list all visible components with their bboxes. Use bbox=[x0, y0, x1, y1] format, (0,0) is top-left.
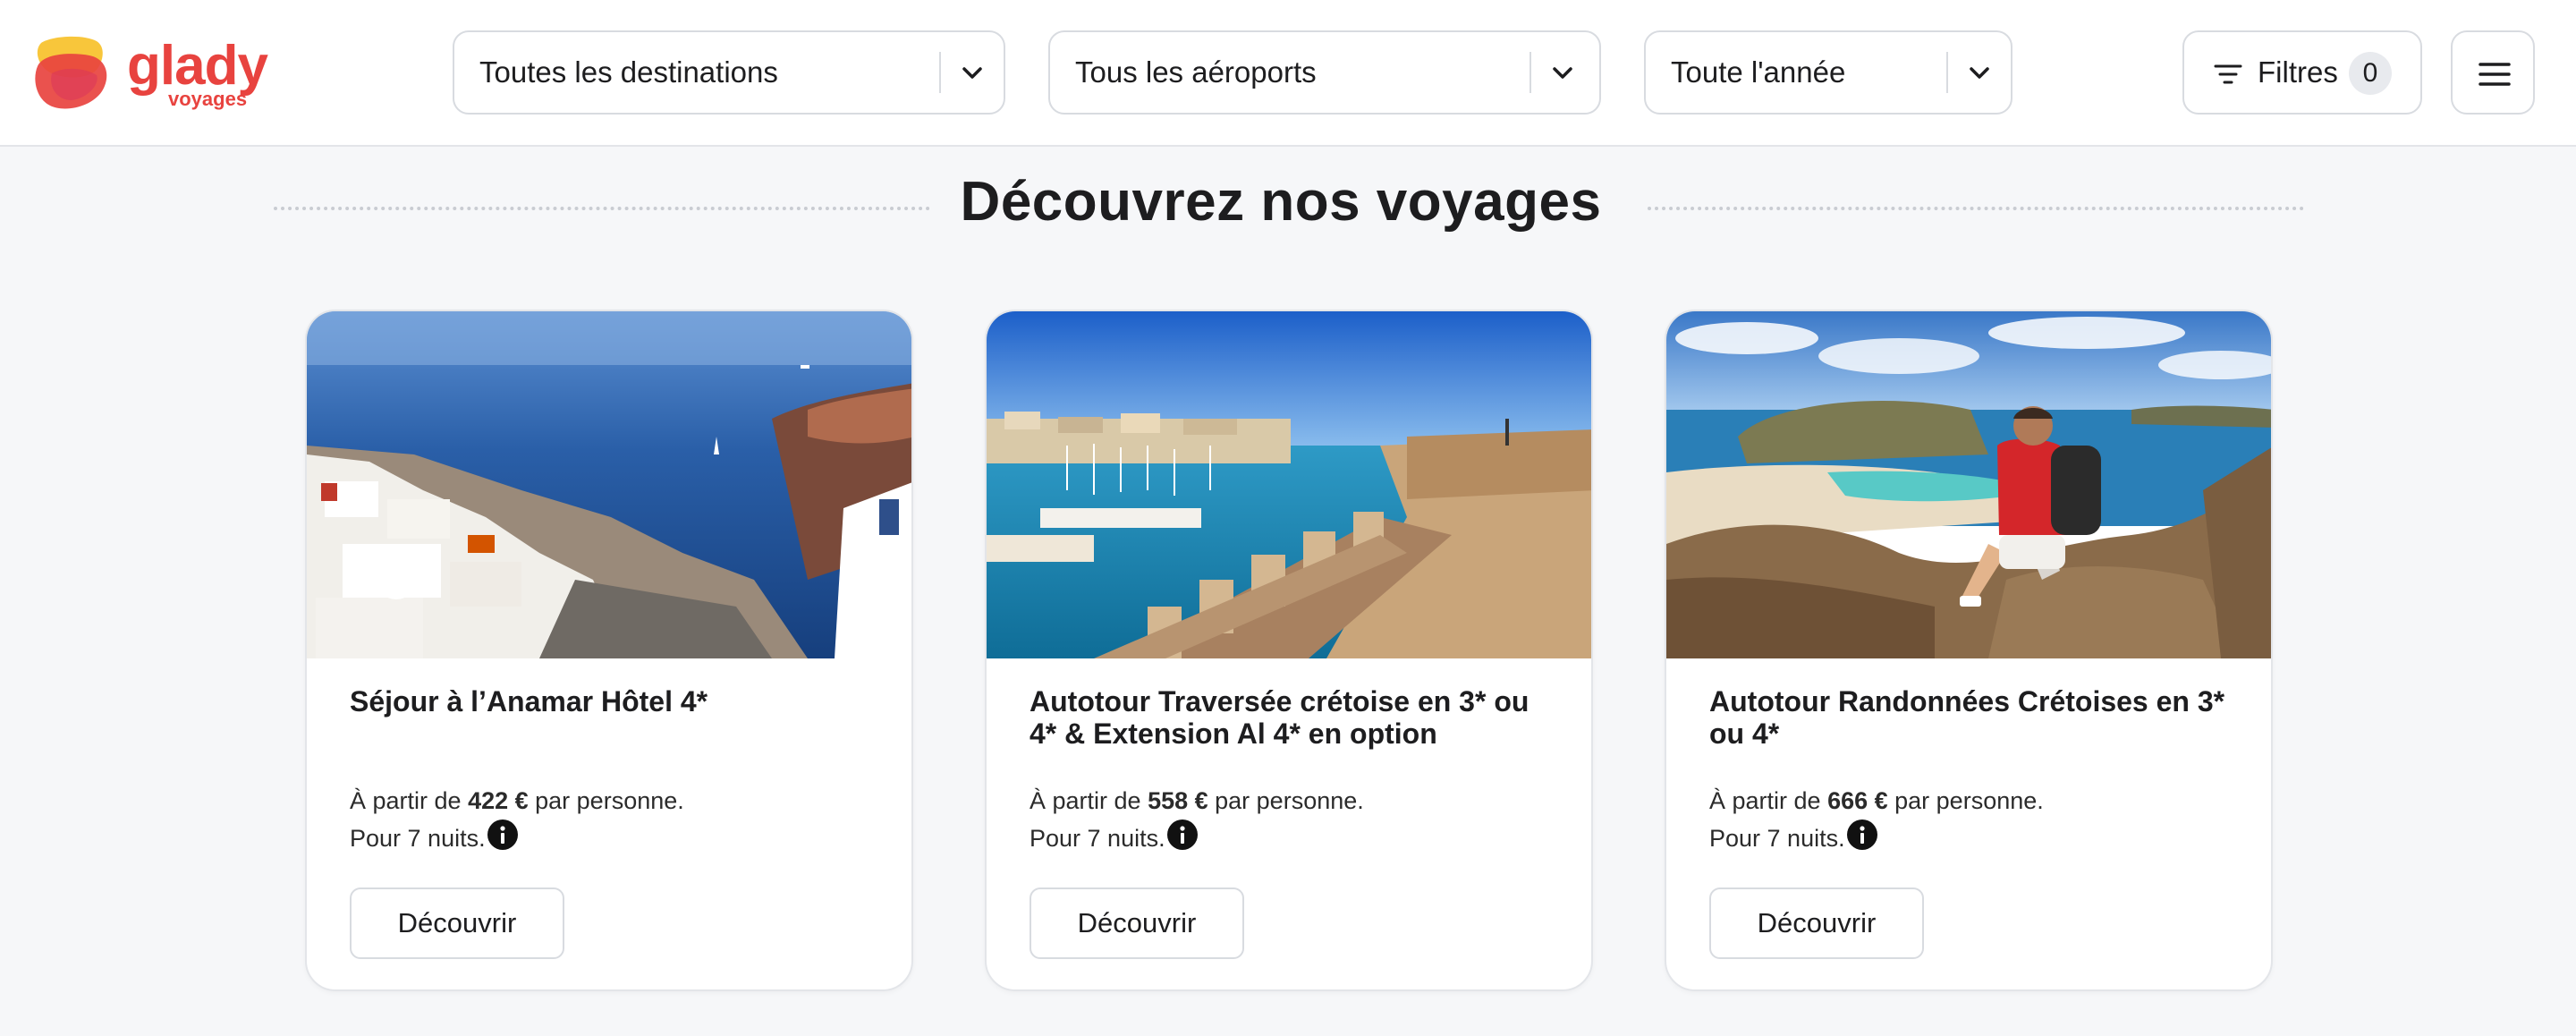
trip-card[interactable]: Autotour Traversée crétoise en 3* ou 4* … bbox=[985, 310, 1593, 991]
trip-card-title: Autotour Traversée crétoise en 3* ou 4* … bbox=[1030, 685, 1530, 750]
filters-button[interactable]: Filtres 0 bbox=[2182, 30, 2422, 115]
trip-card-title: Séjour à l’Anamar Hôtel 4* bbox=[350, 685, 708, 718]
info-icon[interactable] bbox=[1847, 819, 1877, 850]
destination-select[interactable]: Toutes les destinations bbox=[453, 30, 1005, 115]
price-amount: 422 € bbox=[468, 787, 529, 814]
chevron-down-icon bbox=[1970, 67, 1989, 79]
brand-subname: voyages bbox=[168, 88, 247, 110]
discover-button[interactable]: Découvrir bbox=[1709, 887, 1924, 959]
info-icon[interactable] bbox=[1167, 819, 1198, 850]
hamburger-menu-icon bbox=[2479, 63, 2511, 86]
filter-icon bbox=[2214, 64, 2242, 84]
top-header: glady voyages Toutes les destinations To… bbox=[0, 0, 2576, 147]
heraklion-fortress-harbor-photo bbox=[987, 311, 1591, 658]
trip-card[interactable]: Séjour à l’Anamar Hôtel 4* À partir de 4… bbox=[305, 310, 913, 991]
chevron-down-icon bbox=[962, 67, 982, 79]
menu-button[interactable] bbox=[2451, 30, 2535, 115]
trip-card-price: À partir de 422 € par personne. bbox=[350, 787, 684, 814]
trip-card-nights: Pour 7 nuits. bbox=[1709, 825, 1845, 852]
trip-card-price: À partir de 666 € par personne. bbox=[1709, 787, 2044, 814]
airport-select[interactable]: Tous les aéroports bbox=[1048, 30, 1601, 115]
period-select[interactable]: Toute l'année bbox=[1644, 30, 2012, 115]
trip-card[interactable]: Autotour Randonnées Crétoises en 3* ou 4… bbox=[1665, 310, 2273, 991]
glady-voyages-logo[interactable]: glady voyages bbox=[34, 34, 302, 115]
destination-select-value: Toutes les destinations bbox=[479, 55, 778, 89]
trip-card-nights: Pour 7 nuits. bbox=[1030, 825, 1165, 852]
trip-card-price: À partir de 558 € par personne. bbox=[1030, 787, 1364, 814]
filters-count-badge: 0 bbox=[2349, 52, 2392, 95]
santorini-cliff-sea-photo bbox=[307, 311, 911, 658]
section-title: Découvrez nos voyages bbox=[960, 171, 1602, 233]
trip-card-title: Autotour Randonnées Crétoises en 3* ou 4… bbox=[1709, 685, 2225, 750]
filters-label: Filtres bbox=[2258, 55, 2338, 89]
select-divider bbox=[1530, 52, 1531, 93]
period-select-value: Toute l'année bbox=[1671, 55, 1846, 89]
price-amount: 666 € bbox=[1827, 787, 1888, 814]
chevron-down-icon bbox=[1553, 67, 1572, 79]
discover-button[interactable]: Découvrir bbox=[350, 887, 564, 959]
select-divider bbox=[1946, 52, 1948, 93]
trip-card-nights: Pour 7 nuits. bbox=[350, 825, 486, 852]
airport-select-value: Tous les aéroports bbox=[1075, 55, 1317, 89]
info-icon[interactable] bbox=[487, 819, 518, 850]
discover-button[interactable]: Découvrir bbox=[1030, 887, 1244, 959]
hiker-balos-lagoon-photo bbox=[1666, 311, 2271, 658]
select-divider bbox=[939, 52, 941, 93]
price-amount: 558 € bbox=[1148, 787, 1208, 814]
